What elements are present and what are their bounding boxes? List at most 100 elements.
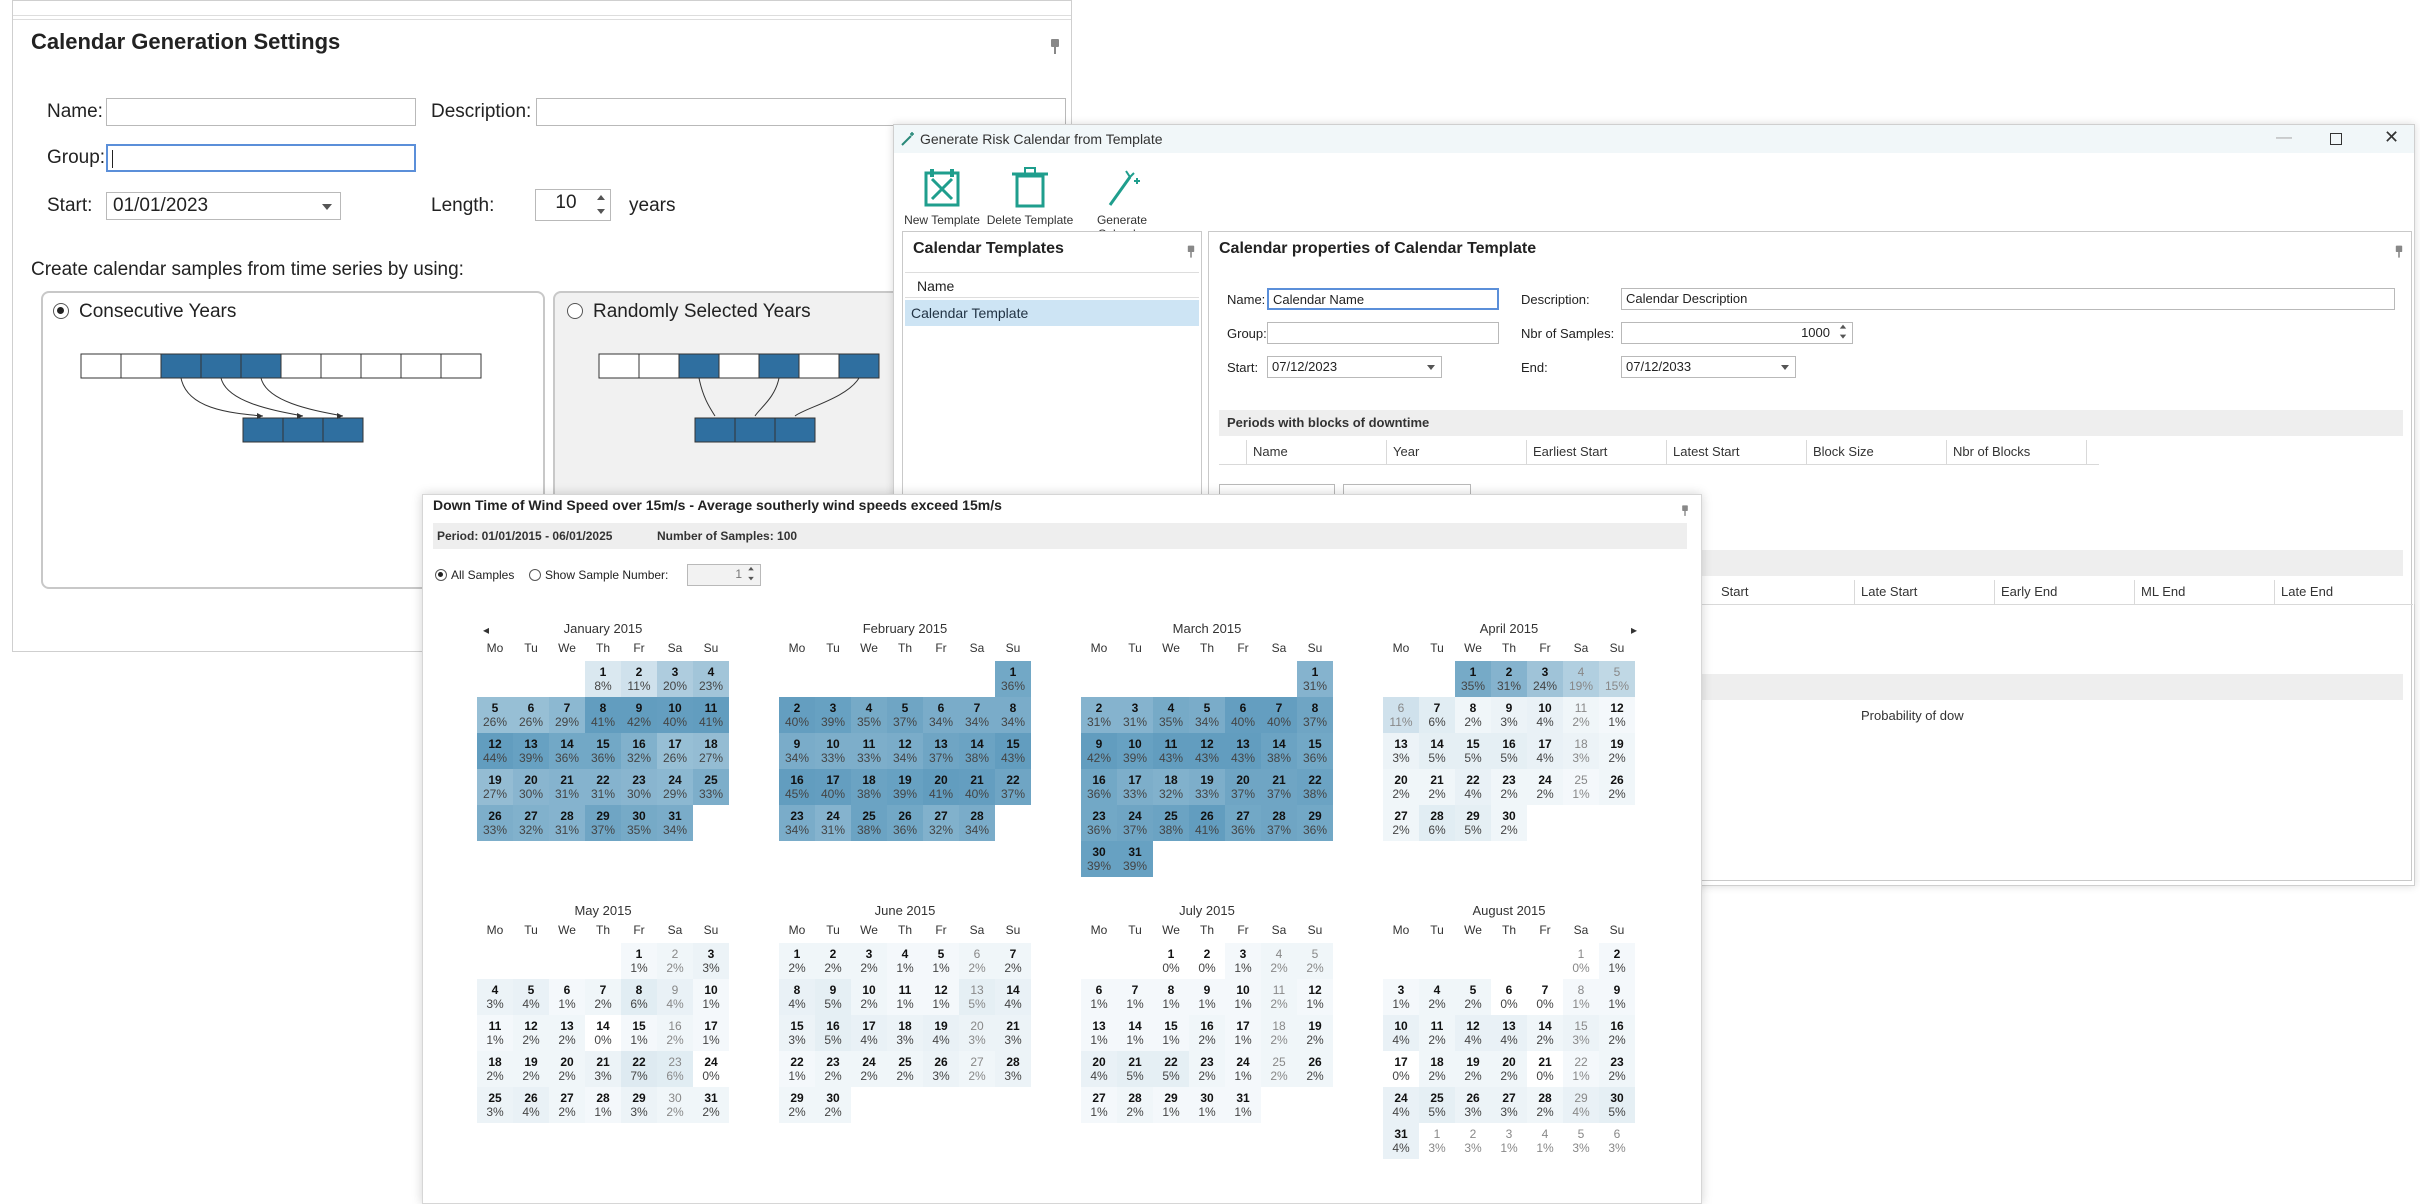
calendar-day-cell[interactable]: 19 2% [1599, 733, 1635, 769]
calendar-day-cell[interactable]: 20 2% [1491, 1051, 1527, 1087]
calendar-day-cell[interactable]: 31 39% [1117, 841, 1153, 877]
calendar-day-cell[interactable]: 5 2% [1455, 979, 1491, 1015]
periods-col-nbr-blocks[interactable]: Nbr of Blocks [1947, 440, 2087, 464]
stepper-down-icon[interactable] [594, 206, 608, 218]
description-input[interactable] [536, 98, 1066, 126]
length-stepper[interactable]: 10 [535, 189, 611, 221]
calendar-day-cell[interactable]: 7 0% [1527, 979, 1563, 1015]
calendar-day-cell[interactable]: 1 2% [779, 943, 815, 979]
periods-col-name[interactable]: Name [1247, 440, 1387, 464]
calendar-day-cell[interactable]: 18 27% [693, 733, 729, 769]
template-list-item[interactable]: Calendar Template [905, 300, 1199, 326]
calendar-day-cell[interactable]: 11 1% [477, 1015, 513, 1051]
calendar-day-cell[interactable]: 9 42% [1081, 733, 1117, 769]
calendar-day-cell[interactable]: 20 37% [1225, 769, 1261, 805]
calendar-day-cell[interactable]: 9 5% [815, 979, 851, 1015]
calendar-day-cell[interactable]: 17 1% [693, 1015, 729, 1051]
new-template-button[interactable]: New Template [894, 167, 990, 227]
col-probability[interactable]: Probability of dow [1855, 704, 1995, 728]
calendar-day-cell[interactable]: 27 32% [513, 805, 549, 841]
calendar-day-cell[interactable]: 11 2% [1261, 979, 1297, 1015]
calendar-day-cell[interactable]: 13 4% [1491, 1015, 1527, 1051]
pin-icon[interactable] [2394, 245, 2404, 259]
calendar-day-cell[interactable]: 31 4% [1383, 1123, 1419, 1159]
calendar-day-cell[interactable]: 21 40% [959, 769, 995, 805]
calendar-day-cell[interactable]: 11 33% [851, 733, 887, 769]
calendar-day-cell[interactable]: 28 6% [1419, 805, 1455, 841]
calendar-day-cell[interactable]: 26 33% [477, 805, 513, 841]
calendar-day-cell[interactable]: 131% [1297, 661, 1333, 697]
calendar-day-cell[interactable]: 28 37% [1261, 805, 1297, 841]
calendar-day-cell[interactable]: 6 0% [1491, 979, 1527, 1015]
prop-name-input[interactable]: Calendar Name [1267, 288, 1499, 310]
calendar-day-cell[interactable]: 6 3% [1599, 1123, 1635, 1159]
calendar-day-cell[interactable]: 5 3% [1563, 1123, 1599, 1159]
group-input[interactable] [106, 144, 416, 172]
sample-number-stepper[interactable]: 1 [687, 564, 761, 586]
calendar-day-cell[interactable]: 10 4% [1383, 1015, 1419, 1051]
calendar-day-cell[interactable]: 19 39% [887, 769, 923, 805]
calendar-day-cell[interactable]: 30 2% [815, 1087, 851, 1123]
calendar-day-cell[interactable]: 2 31% [1081, 697, 1117, 733]
col-late-end[interactable]: Late End [2275, 580, 2415, 604]
pin-icon[interactable] [1681, 505, 1689, 516]
calendar-day-cell[interactable]: 8 1% [1153, 979, 1189, 1015]
calendar-day-cell[interactable]: 7 40% [1261, 697, 1297, 733]
calendar-day-cell[interactable]: 26 41% [1189, 805, 1225, 841]
calendar-day-cell[interactable]: 30 2% [1491, 805, 1527, 841]
calendar-day-cell[interactable]: 11 1% [887, 979, 923, 1015]
calendar-day-cell[interactable]: 25 3% [477, 1087, 513, 1123]
calendar-day-cell[interactable]: 29 1% [1153, 1087, 1189, 1123]
calendar-day-cell[interactable]: 16 5% [815, 1015, 851, 1051]
prop-end-dropdown[interactable]: 07/12/2033 [1621, 356, 1796, 378]
calendar-day-cell[interactable]: 10 40% [657, 697, 693, 733]
calendar-day-cell[interactable]: 7 2% [995, 943, 1031, 979]
calendar-day-cell[interactable]: 7 6% [1419, 697, 1455, 733]
calendar-day-cell[interactable]: 6 34% [923, 697, 959, 733]
col-ml-end[interactable]: ML End [2135, 580, 2275, 604]
calendar-day-cell[interactable]: 20 41% [923, 769, 959, 805]
calendar-day-cell[interactable]: 26 3% [1455, 1087, 1491, 1123]
calendar-day-cell[interactable]: 13 37% [923, 733, 959, 769]
calendar-day-cell[interactable]: 25 1% [1563, 769, 1599, 805]
calendar-day-cell[interactable]: 26 2% [1297, 1051, 1333, 1087]
calendar-day-cell[interactable]: 14 2% [1527, 1015, 1563, 1051]
calendar-day-cell[interactable]: 13 2% [549, 1015, 585, 1051]
calendar-day-cell[interactable]: 30 35% [621, 805, 657, 841]
calendar-day-cell[interactable]: 4 1% [1527, 1123, 1563, 1159]
calendar-day-cell[interactable]: 31 1% [1225, 1087, 1261, 1123]
calendar-day-cell[interactable]: 3 31% [1117, 697, 1153, 733]
calendar-day-cell[interactable]: 27 36% [1225, 805, 1261, 841]
calendar-day-cell[interactable]: 5 1% [923, 943, 959, 979]
calendar-day-cell[interactable]: 1 3% [1419, 1123, 1455, 1159]
all-samples-radio[interactable] [435, 569, 447, 581]
calendar-day-cell[interactable]: 5 26% [477, 697, 513, 733]
calendar-day-cell[interactable]: 9 42% [621, 697, 657, 733]
calendar-day-cell[interactable]: 12 34% [887, 733, 923, 769]
prop-group-input[interactable] [1267, 322, 1499, 344]
stepper-up-icon[interactable] [746, 565, 756, 573]
calendar-day-cell[interactable]: 24 31% [815, 805, 851, 841]
calendar-day-cell[interactable]: 2 11% [621, 661, 657, 697]
calendar-day-cell[interactable]: 3 24% [1527, 661, 1563, 697]
calendar-day-cell[interactable]: 15 1% [1153, 1015, 1189, 1051]
calendar-day-cell[interactable]: 27 2% [959, 1051, 995, 1087]
calendar-day-cell[interactable]: 8 1% [1563, 979, 1599, 1015]
calendar-day-cell[interactable]: 22 5% [1153, 1051, 1189, 1087]
calendar-day-cell[interactable]: 21 0% [1527, 1051, 1563, 1087]
calendar-day-cell[interactable]: 19 33% [1189, 769, 1225, 805]
calendar-day-cell[interactable]: 21 2% [1419, 769, 1455, 805]
calendar-day-cell[interactable]: 30 1% [1189, 1087, 1225, 1123]
calendar-day-cell[interactable]: 16 36% [1081, 769, 1117, 805]
calendar-day-cell[interactable]: 5 4% [513, 979, 549, 1015]
name-input[interactable] [106, 98, 416, 126]
calendar-day-cell[interactable]: 21 37% [1261, 769, 1297, 805]
calendar-day-cell[interactable]: 16 45% [779, 769, 815, 805]
calendar-day-cell[interactable]: 24 2% [851, 1051, 887, 1087]
pin-icon[interactable] [1186, 245, 1196, 259]
calendar-day-cell[interactable]: 17 33% [1117, 769, 1153, 805]
calendar-day-cell[interactable]: 131% [1081, 1015, 1117, 1051]
periods-col-block-size[interactable]: Block Size [1807, 440, 1947, 464]
calendar-day-cell[interactable]: 19 2% [1297, 1015, 1333, 1051]
calendar-day-cell[interactable]: 26 2% [1599, 769, 1635, 805]
